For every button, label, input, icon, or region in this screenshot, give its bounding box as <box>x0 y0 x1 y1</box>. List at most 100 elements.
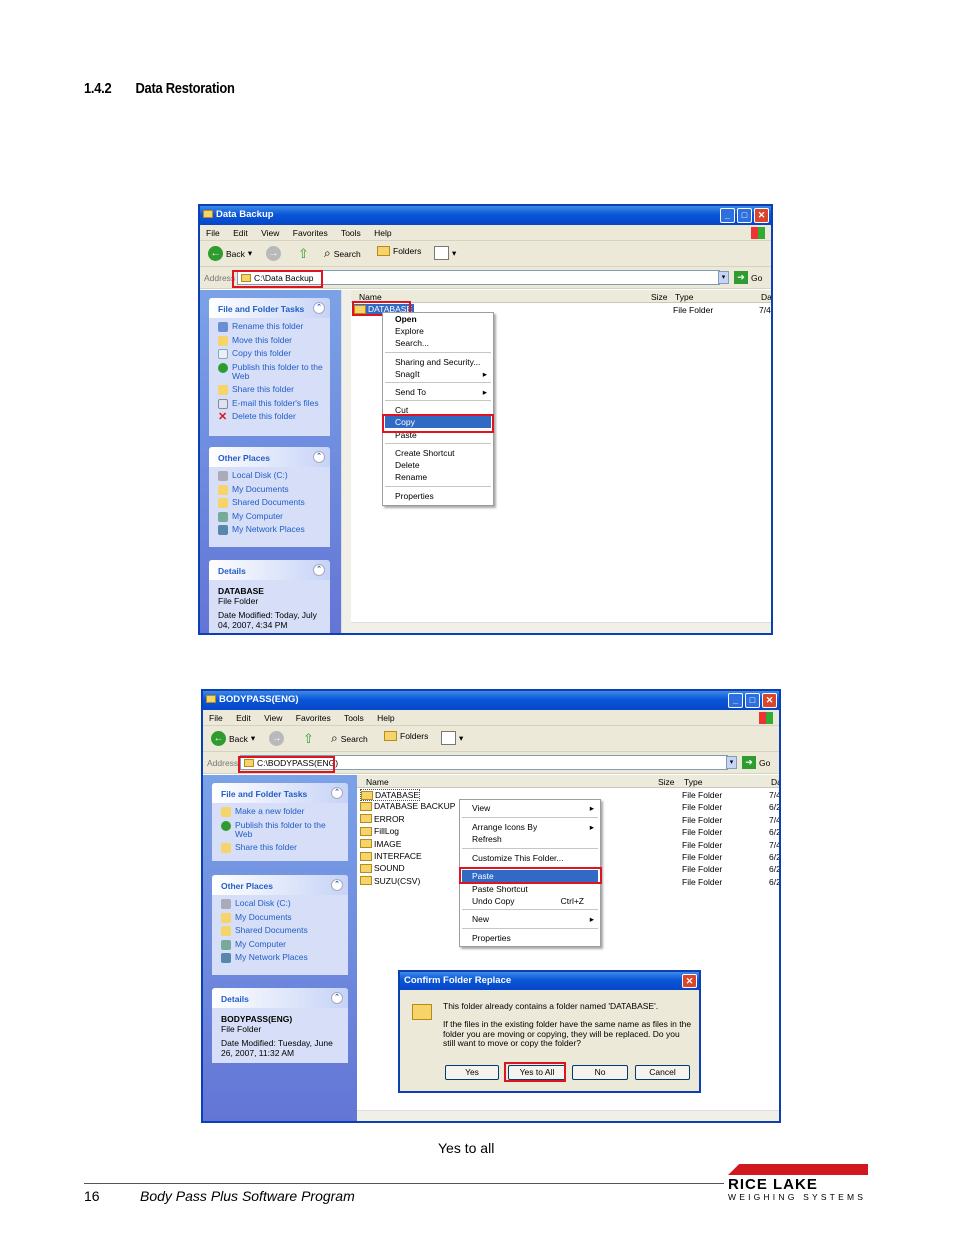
menu-view[interactable]: View <box>261 228 279 238</box>
col-type[interactable]: Type <box>684 777 702 787</box>
up-folder-button[interactable]: ⇧ <box>298 246 309 262</box>
place-my-documents[interactable]: My Documents <box>218 484 330 495</box>
dialog-title-bar[interactable]: Confirm Folder Replace ✕ <box>400 972 699 990</box>
minimize-button[interactable]: _ <box>720 208 735 223</box>
collapse-icon[interactable]: ⌃ <box>313 564 325 576</box>
task-share-folder[interactable]: Share this folder <box>218 384 330 395</box>
list-item[interactable]: SUZU(CSV) <box>360 876 420 886</box>
menu-paste-shortcut[interactable]: Paste Shortcut <box>472 884 528 894</box>
horizontal-scrollbar[interactable] <box>351 622 771 633</box>
menu-file[interactable]: File <box>209 713 223 723</box>
col-date[interactable]: Da <box>761 292 771 302</box>
panel-header[interactable]: Details ⌃ <box>212 988 348 1008</box>
menu-view[interactable]: View <box>264 713 282 723</box>
menu-search[interactable]: Search... <box>395 338 429 348</box>
views-button[interactable]: ▾ <box>434 246 456 260</box>
forward-button[interactable]: → <box>269 731 284 746</box>
menu-tools[interactable]: Tools <box>341 228 361 238</box>
address-dropdown-button[interactable]: ▾ <box>726 756 737 769</box>
panel-header[interactable]: File and Folder Tasks ⌃ <box>212 783 348 803</box>
yes-button[interactable]: Yes <box>445 1065 499 1080</box>
col-date[interactable]: Da <box>771 777 779 787</box>
menu-arrange-icons[interactable]: Arrange Icons By <box>472 822 537 832</box>
collapse-icon[interactable]: ⌃ <box>313 302 325 314</box>
panel-header[interactable]: File and Folder Tasks ⌃ <box>209 298 330 318</box>
list-item[interactable]: DATABASE BACKUP <box>360 801 455 811</box>
task-new-folder[interactable]: Make a new folder <box>221 806 348 817</box>
task-email-files[interactable]: E-mail this folder's files <box>218 398 330 409</box>
task-rename-folder[interactable]: Rename this folder <box>218 321 330 332</box>
title-bar[interactable]: BODYPASS(ENG) _ □ ✕ <box>203 691 779 710</box>
task-delete-folder[interactable]: ✕ Delete this folder <box>218 411 330 422</box>
menu-view[interactable]: View <box>472 803 490 813</box>
task-copy-folder[interactable]: Copy this folder <box>218 348 330 359</box>
place-shared-documents[interactable]: Shared Documents <box>221 925 348 936</box>
menu-open[interactable]: Open <box>395 314 417 324</box>
menu-delete[interactable]: Delete <box>395 460 420 470</box>
task-pane-scrollbar[interactable] <box>341 290 351 633</box>
cancel-button[interactable]: Cancel <box>635 1065 690 1080</box>
go-button[interactable]: ➔ Go <box>742 756 770 769</box>
menu-help[interactable]: Help <box>377 713 394 723</box>
task-share-folder[interactable]: Share this folder <box>221 842 348 853</box>
up-folder-button[interactable]: ⇧ <box>303 731 314 747</box>
back-button[interactable]: ← Back ▾ <box>211 731 255 746</box>
menu-explore[interactable]: Explore <box>395 326 424 336</box>
menu-undo-copy[interactable]: Undo Copy <box>472 896 515 906</box>
panel-header[interactable]: Other Places ⌃ <box>209 447 330 467</box>
list-item[interactable]: IMAGE <box>360 839 401 849</box>
back-button[interactable]: ← Back ▾ <box>208 246 252 261</box>
maximize-button[interactable]: □ <box>737 208 752 223</box>
col-size[interactable]: Size <box>651 292 668 302</box>
menu-refresh[interactable]: Refresh <box>472 834 502 844</box>
collapse-icon[interactable]: ⌃ <box>331 992 343 1004</box>
menu-new[interactable]: New <box>472 914 489 924</box>
close-button[interactable]: ✕ <box>762 693 777 708</box>
col-size[interactable]: Size <box>658 777 675 787</box>
folders-button[interactable]: Folders <box>384 731 428 741</box>
menu-file[interactable]: File <box>206 228 220 238</box>
menu-snagit[interactable]: SnagIt <box>395 369 420 379</box>
place-network[interactable]: My Network Places <box>218 524 330 535</box>
place-my-documents[interactable]: My Documents <box>221 912 348 923</box>
menu-send-to[interactable]: Send To <box>395 387 426 397</box>
place-my-computer[interactable]: My Computer <box>221 939 348 950</box>
close-button[interactable]: ✕ <box>754 208 769 223</box>
place-shared-documents[interactable]: Shared Documents <box>218 497 330 508</box>
horizontal-scrollbar[interactable] <box>357 1110 779 1121</box>
list-item[interactable]: DATABASE <box>360 789 421 801</box>
no-button[interactable]: No <box>572 1065 628 1080</box>
menu-properties[interactable]: Properties <box>395 491 434 501</box>
menu-edit[interactable]: Edit <box>233 228 248 238</box>
task-publish-web[interactable]: Publish this folder to the Web <box>221 820 348 840</box>
address-dropdown-button[interactable]: ▾ <box>718 271 729 284</box>
menu-customize[interactable]: Customize This Folder... <box>472 853 564 863</box>
go-button[interactable]: ➔ Go <box>734 271 762 284</box>
collapse-icon[interactable]: ⌃ <box>313 451 325 463</box>
menu-favorites[interactable]: Favorites <box>293 228 328 238</box>
place-network[interactable]: My Network Places <box>221 952 348 963</box>
folders-button[interactable]: Folders <box>377 246 421 256</box>
search-button[interactable]: ⌕ Search <box>324 246 361 261</box>
place-local-disk[interactable]: Local Disk (C:) <box>218 470 330 481</box>
collapse-icon[interactable]: ⌃ <box>331 879 343 891</box>
panel-header[interactable]: Other Places ⌃ <box>212 875 348 895</box>
minimize-button[interactable]: _ <box>728 693 743 708</box>
menu-edit[interactable]: Edit <box>236 713 251 723</box>
menu-favorites[interactable]: Favorites <box>296 713 331 723</box>
task-publish-web[interactable]: Publish this folder to the Web <box>218 362 330 382</box>
menu-help[interactable]: Help <box>374 228 391 238</box>
col-name[interactable]: Name <box>366 777 389 787</box>
menu-sharing[interactable]: Sharing and Security... <box>395 357 480 367</box>
menu-create-shortcut[interactable]: Create Shortcut <box>395 448 455 458</box>
maximize-button[interactable]: □ <box>745 693 760 708</box>
collapse-icon[interactable]: ⌃ <box>331 787 343 799</box>
task-move-folder[interactable]: Move this folder <box>218 335 330 346</box>
list-item[interactable]: INTERFACE <box>360 851 422 861</box>
forward-button[interactable]: → <box>266 246 281 261</box>
close-button[interactable]: ✕ <box>682 974 697 988</box>
search-button[interactable]: ⌕ Search <box>331 731 368 746</box>
col-type[interactable]: Type <box>675 292 693 302</box>
list-item[interactable]: ERROR <box>360 814 405 824</box>
menu-properties[interactable]: Properties <box>472 933 511 943</box>
